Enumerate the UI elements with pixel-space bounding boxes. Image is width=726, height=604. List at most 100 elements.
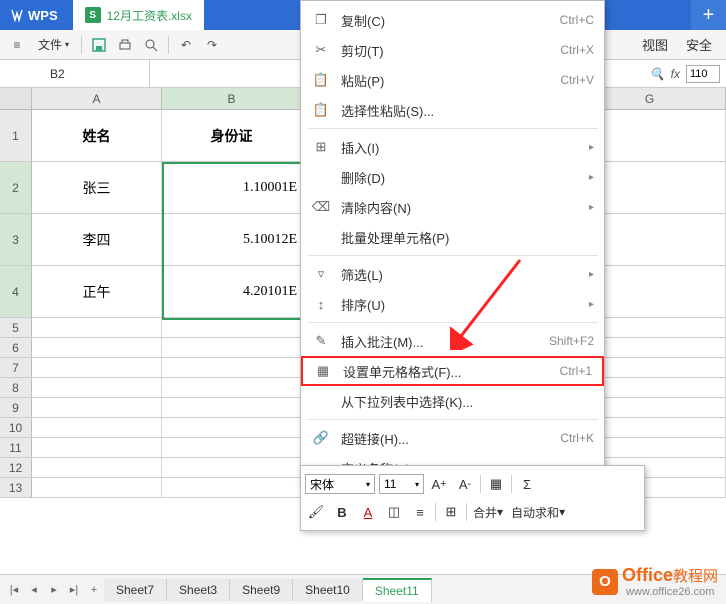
cell[interactable]: 1.10001E — [162, 162, 302, 213]
row-header[interactable]: 13 — [0, 478, 32, 497]
row-header[interactable]: 7 — [0, 358, 32, 377]
preview-icon[interactable] — [140, 34, 162, 56]
ctx-cut[interactable]: ✂剪切(T)Ctrl+X — [301, 35, 604, 65]
format-cell-icon: ▦ — [313, 362, 333, 380]
sheet-tab-active[interactable]: Sheet11 — [363, 578, 432, 602]
undo-icon[interactable]: ↶ — [175, 34, 197, 56]
autosum-icon[interactable]: Σ — [516, 473, 538, 495]
sheet-nav-prev-icon[interactable]: ◂ — [25, 581, 43, 599]
format-painter-icon[interactable]: 🖌 — [305, 501, 327, 523]
cell[interactable]: 身份证 — [162, 110, 302, 161]
row-header[interactable]: 1 — [0, 110, 32, 161]
row-header[interactable]: 9 — [0, 398, 32, 417]
divider — [307, 255, 598, 256]
comment-icon: ✎ — [311, 332, 331, 350]
print-icon[interactable] — [114, 34, 136, 56]
font-color-icon[interactable]: A — [357, 501, 379, 523]
insert-icon: ⊞ — [311, 138, 331, 156]
watermark-logo-icon: O — [592, 569, 618, 595]
select-all-corner[interactable] — [0, 88, 32, 109]
row-header[interactable]: 5 — [0, 318, 32, 337]
fill-color-icon[interactable]: ◫ — [383, 501, 405, 523]
shrink-font-icon[interactable]: A- — [454, 473, 476, 495]
file-tab-label: 12月工资表.xlsx — [107, 7, 192, 24]
redo-icon[interactable]: ↷ — [201, 34, 223, 56]
ribbon-tab-security[interactable]: 安全 — [686, 35, 712, 54]
ctx-clear[interactable]: ⌫清除内容(N)▸ — [301, 192, 604, 222]
row-header[interactable]: 12 — [0, 458, 32, 477]
col-header-A[interactable]: A — [32, 88, 162, 109]
separator — [81, 36, 82, 54]
paste-special-icon: 📋 — [311, 101, 331, 119]
cell[interactable]: 5.10012E — [162, 214, 302, 265]
bold-icon[interactable]: B — [331, 501, 353, 523]
chevron-right-icon: ▸ — [589, 142, 594, 153]
row-header[interactable]: 11 — [0, 438, 32, 457]
name-box[interactable]: B2 — [0, 60, 150, 87]
ctx-format-cell[interactable]: ▦设置单元格格式(F)...Ctrl+1 — [301, 356, 604, 386]
ctx-paste-special[interactable]: 📋选择性粘贴(S)... — [301, 95, 604, 125]
ctx-insert[interactable]: ⊞插入(I)▸ — [301, 132, 604, 162]
align-icon[interactable]: ≡ — [409, 501, 431, 523]
sheet-nav-last-icon[interactable]: ▸| — [65, 581, 83, 599]
context-menu: ❐复制(C)Ctrl+C ✂剪切(T)Ctrl+X 📋粘贴(P)Ctrl+V 📋… — [300, 0, 605, 488]
sheet-add-icon[interactable]: + — [85, 581, 103, 599]
sort-icon: ↕ — [311, 295, 331, 313]
font-select[interactable]: 宋体 ▾ — [305, 474, 375, 494]
size-select[interactable]: 11 ▾ — [379, 474, 424, 494]
chevron-right-icon: ▸ — [589, 202, 594, 213]
divider — [307, 128, 598, 129]
number-format-icon[interactable]: ⊞ — [440, 501, 462, 523]
row-header[interactable]: 6 — [0, 338, 32, 357]
divider — [307, 322, 598, 323]
cell[interactable]: 李四 — [32, 214, 162, 265]
sheet-tab[interactable]: Sheet7 — [104, 579, 167, 601]
ctx-paste[interactable]: 📋粘贴(P)Ctrl+V — [301, 65, 604, 95]
sheet-nav-first-icon[interactable]: |◂ — [5, 581, 23, 599]
zoom-icon[interactable]: 🔍 — [650, 67, 665, 81]
row-header[interactable]: 10 — [0, 418, 32, 437]
cell[interactable]: 姓名 — [32, 110, 162, 161]
menu-icon[interactable]: ≡ — [6, 34, 28, 56]
chevron-right-icon: ▸ — [589, 269, 594, 280]
spreadsheet-icon: S — [85, 7, 101, 23]
watermark: O Office教程网 www.office26.com — [592, 565, 718, 598]
ctx-comment[interactable]: ✎插入批注(M)...Shift+F2 — [301, 326, 604, 356]
chevron-right-icon: ▸ — [589, 172, 594, 183]
ribbon-tab-view[interactable]: 视图 — [642, 35, 668, 54]
mini-toolbar: 宋体 ▾ 11 ▾ A+ A- ▦ Σ 🖌 B A ◫ ≡ ⊞ 合并▾ 自动求和… — [300, 465, 645, 531]
merge-button[interactable]: 合并▾ — [471, 501, 505, 523]
cell[interactable]: 正午 — [32, 266, 162, 317]
cell[interactable]: 4.20101E — [162, 266, 302, 317]
ctx-hyperlink[interactable]: 🔗超链接(H)...Ctrl+K — [301, 423, 604, 453]
sheet-tab[interactable]: Sheet9 — [230, 579, 293, 601]
ctx-copy[interactable]: ❐复制(C)Ctrl+C — [301, 5, 604, 35]
fx-label[interactable]: fx — [671, 67, 680, 81]
ctx-filter[interactable]: ▿筛选(L)▸ — [301, 259, 604, 289]
row-header[interactable]: 4 — [0, 266, 32, 317]
cell[interactable]: 张三 — [32, 162, 162, 213]
row-header[interactable]: 2 — [0, 162, 32, 213]
border-icon[interactable]: ▦ — [485, 473, 507, 495]
sheet-nav-next-icon[interactable]: ▸ — [45, 581, 63, 599]
ctx-delete[interactable]: 删除(D)▸ — [301, 162, 604, 192]
divider — [307, 419, 598, 420]
row-header[interactable]: 3 — [0, 214, 32, 265]
file-tab[interactable]: S 12月工资表.xlsx — [73, 0, 204, 30]
file-menu-button[interactable]: 文件▾ — [30, 33, 77, 56]
filter-icon: ▿ — [311, 265, 331, 283]
sheet-tab[interactable]: Sheet10 — [293, 579, 363, 601]
row-header[interactable]: 8 — [0, 378, 32, 397]
formula-input[interactable] — [686, 65, 720, 83]
clear-icon: ⌫ — [311, 198, 331, 216]
save-icon[interactable] — [88, 34, 110, 56]
ctx-batch[interactable]: 批量处理单元格(P) — [301, 222, 604, 252]
sheet-tab[interactable]: Sheet3 — [167, 579, 230, 601]
new-tab-button[interactable]: + — [691, 0, 726, 30]
ctx-dropdown-select[interactable]: 从下拉列表中选择(K)... — [301, 386, 604, 416]
ctx-sort[interactable]: ↕排序(U)▸ — [301, 289, 604, 319]
col-header-B[interactable]: B — [162, 88, 302, 109]
ribbon-tabs: 视图 安全 — [642, 35, 722, 54]
grow-font-icon[interactable]: A+ — [428, 473, 450, 495]
autosum-button[interactable]: 自动求和▾ — [509, 501, 567, 523]
